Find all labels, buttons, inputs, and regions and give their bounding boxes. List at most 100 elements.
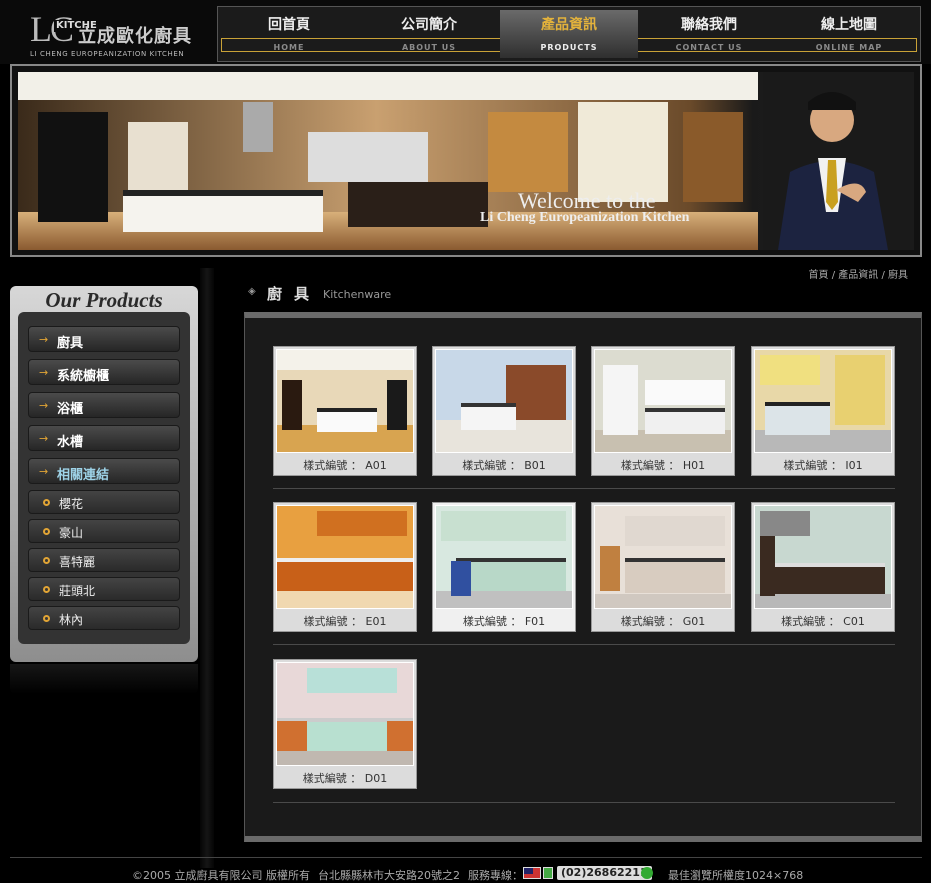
product-card-e01[interactable]: 樣式編號 ： E01	[273, 502, 417, 632]
nav-contact-sub: CONTACT US	[675, 43, 743, 52]
main-nav: 回首頁 HOME 公司簡介 ABOUT US 產品資訊 PRODUCTS 聯絡我…	[217, 6, 921, 62]
call-icon[interactable]	[641, 867, 653, 879]
product-card-h01[interactable]: 樣式編號 ： H01	[591, 346, 735, 476]
product-photo[interactable]	[594, 505, 732, 609]
product-photo[interactable]	[754, 349, 892, 453]
sidebar-subitem-label: 櫻花	[59, 497, 84, 511]
product-label: 樣式編號 ： H01	[620, 459, 706, 472]
row-divider	[273, 802, 895, 803]
product-label: 樣式編號 ： D01	[302, 772, 388, 785]
nav-home[interactable]: 回首頁 HOME	[220, 10, 358, 58]
sidebar-item-kitchenware[interactable]: → 廚具	[28, 326, 180, 352]
product-label: 樣式編號 ： A01	[303, 459, 387, 472]
sidebar-title: Our Products	[45, 288, 163, 312]
products-sidebar: Our Products → 廚具 → 系統櫥櫃 → 浴櫃 → 水槽 → 相關連…	[10, 286, 198, 662]
product-card-g01[interactable]: 樣式編號 ： G01	[591, 502, 735, 632]
sidebar-subitem-sakura[interactable]: 櫻花	[28, 490, 180, 514]
bullet-icon	[43, 586, 50, 593]
nav-home-sub: HOME	[273, 43, 305, 52]
footer-service-label: 服務專線：	[468, 869, 523, 882]
banner-kitchen-photo	[18, 72, 914, 250]
product-photo[interactable]	[435, 349, 573, 453]
nav-contact-label: 聯絡我們	[681, 17, 737, 33]
product-label: 樣式編號 ： E01	[303, 615, 387, 628]
kitchen-photo-h01	[595, 350, 731, 452]
sidebar-item-links[interactable]: → 相關連結	[28, 458, 180, 484]
kitchen-photo-d01	[277, 663, 413, 765]
product-photo[interactable]	[754, 505, 892, 609]
sidebar-item-label: 水槽	[57, 435, 84, 450]
bullet-icon	[43, 499, 50, 506]
product-label: 樣式編號 ： C01	[781, 615, 865, 628]
product-card-d01[interactable]: 樣式編號 ： D01	[273, 659, 417, 789]
kitchen-photo-g01	[595, 506, 731, 608]
banner-image: Welcome to the Li Cheng Europeanization …	[18, 72, 914, 250]
bullet-icon	[43, 528, 50, 535]
product-card-c01[interactable]: 樣式編號 ： C01	[751, 502, 895, 632]
product-label: 樣式編號 ： F01	[462, 615, 546, 628]
product-label: 樣式編號 ： G01	[620, 615, 706, 628]
nav-about-sub: ABOUT US	[401, 43, 457, 52]
product-grid: 樣式編號 ： A01 樣式編號 ： B01 樣式編號 ： H01 樣式編號 ： …	[244, 312, 922, 842]
hero-banner: Welcome to the Li Cheng Europeanization …	[10, 64, 922, 257]
sidebar-subitem-zhuangtoubei[interactable]: 莊頭北	[28, 577, 180, 601]
page-subtitle: Kitchenware	[323, 288, 392, 301]
sidebar-item-bath-cabinet[interactable]: → 浴櫃	[28, 392, 180, 418]
nav-contact[interactable]: 聯絡我們 CONTACT US	[640, 10, 778, 58]
sidebar-subitem-haoshan[interactable]: 豪山	[28, 519, 180, 543]
product-photo[interactable]	[276, 662, 414, 766]
sidebar-subitem-rinnai[interactable]: 林內	[28, 606, 180, 630]
bullet-icon	[43, 557, 50, 564]
kitchen-photo-a01	[277, 350, 413, 452]
row-divider	[273, 488, 895, 489]
sidebar-item-label: 廚具	[57, 336, 84, 351]
footer-phone: (02)26862211	[557, 866, 652, 880]
arrow-right-icon: →	[39, 366, 49, 379]
nav-products[interactable]: 產品資訊 PRODUCTS	[500, 10, 638, 58]
nav-map[interactable]: 線上地圖 ONLINE MAP	[780, 10, 918, 58]
arrow-right-icon: →	[39, 399, 49, 412]
product-photo[interactable]	[594, 349, 732, 453]
nav-about[interactable]: 公司簡介 ABOUT US	[360, 10, 498, 58]
kitchen-photo-e01	[277, 506, 413, 608]
nav-home-label: 回首頁	[268, 17, 310, 33]
sidebar-item-label: 浴櫃	[57, 402, 84, 417]
diamond-icon: ◈	[248, 286, 256, 297]
sidebar-item-label: 系統櫥櫃	[57, 369, 110, 384]
sidebar-item-label: 相關連結	[57, 468, 110, 483]
sidebar-subitem-xitli[interactable]: 喜特麗	[28, 548, 180, 572]
nav-about-label: 公司簡介	[401, 17, 457, 33]
product-card-a01[interactable]: 樣式編號 ： A01	[273, 346, 417, 476]
kitchen-photo-c01	[755, 506, 891, 608]
phone-icon	[543, 867, 553, 879]
product-label: 樣式編號 ： I01	[783, 459, 863, 472]
page-title: 廚具	[267, 285, 322, 303]
kitchen-photo-b01	[436, 350, 572, 452]
arrow-right-icon: →	[39, 333, 49, 346]
sidebar-subitem-label: 林內	[59, 613, 84, 627]
header: LC KITCHE 立成歐化廚具 LI CHENG EUROPEANIZATIO…	[0, 0, 931, 64]
kitchen-photo-f01	[436, 506, 572, 608]
sidebar-reflection	[10, 664, 198, 694]
sidebar-subitem-label: 喜特麗	[59, 555, 96, 569]
product-photo[interactable]	[276, 505, 414, 609]
sidebar-item-sink[interactable]: → 水槽	[28, 425, 180, 451]
product-card-f01[interactable]: 樣式編號 ： F01	[432, 502, 576, 632]
arrow-right-icon: →	[39, 432, 49, 445]
logo-name-cn: 立成歐化廚具	[78, 26, 192, 47]
nav-map-sub: ONLINE MAP	[815, 43, 883, 52]
site-logo[interactable]: LC KITCHE 立成歐化廚具 LI CHENG EUROPEANIZATIO…	[28, 10, 213, 62]
sidebar-item-system-cabinet[interactable]: → 系統櫥櫃	[28, 359, 180, 385]
breadcrumb[interactable]: 首頁 / 產品資訊 / 廚具	[780, 266, 908, 281]
product-card-b01[interactable]: 樣式編號 ： B01	[432, 346, 576, 476]
product-card-i01[interactable]: 樣式編號 ： I01	[751, 346, 895, 476]
bullet-icon	[43, 615, 50, 622]
kitchen-photo-i01	[755, 350, 891, 452]
banner-subtitle: Li Cheng Europeanization Kitchen	[480, 210, 690, 225]
product-photo[interactable]	[276, 349, 414, 453]
nav-products-sub: PRODUCTS	[540, 43, 598, 52]
arrow-right-icon: →	[39, 465, 49, 478]
nav-products-label: 產品資訊	[541, 17, 597, 33]
footer-copyright: ©2005 立成廚具有限公司 版權所有	[132, 869, 310, 882]
product-photo[interactable]	[435, 505, 573, 609]
